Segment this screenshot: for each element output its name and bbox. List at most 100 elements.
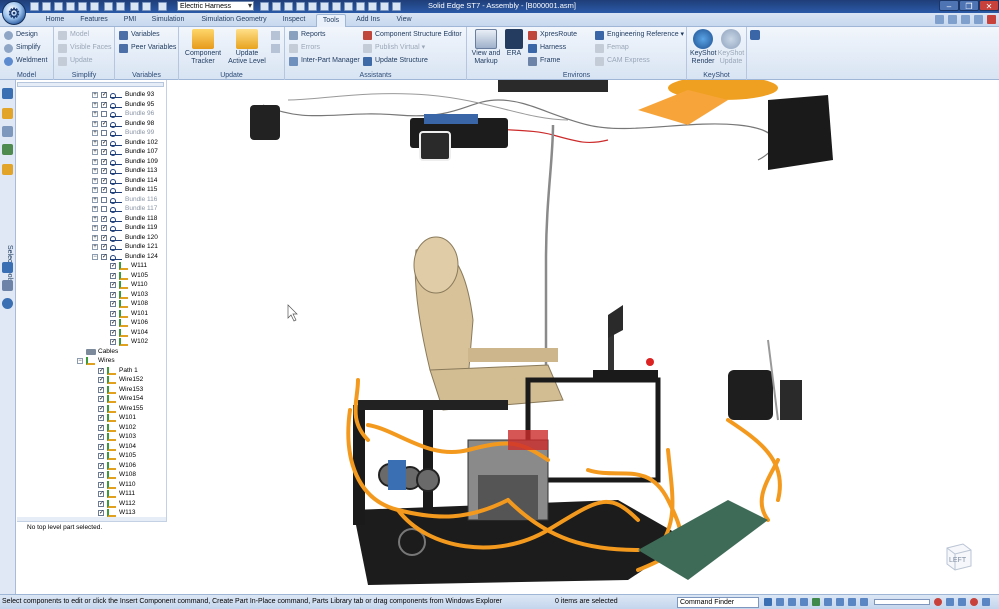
visibility-checkbox[interactable]: ✓ [98,453,104,459]
errors-button[interactable]: Errors [289,42,320,54]
tree-item-wire[interactable]: ✓ W103 [17,290,165,300]
tree-item-wire[interactable]: ✓ W110 [17,480,165,490]
qat-icon-9[interactable] [356,2,365,11]
update-structure-button[interactable]: Update Structure [363,55,428,67]
expand-toggle[interactable]: − [92,253,98,260]
visibility-checkbox[interactable]: ✓ [98,434,104,440]
visibility-checkbox[interactable]: ✓ [101,158,107,165]
shade-icon[interactable] [836,598,844,606]
help-icon[interactable] [958,598,966,606]
view-icon[interactable] [824,598,832,606]
styles-icon[interactable] [848,598,856,606]
visibility-checkbox[interactable]: ✓ [110,272,116,279]
undo-icon[interactable] [78,2,87,11]
qat-icon-5[interactable] [308,2,317,11]
tree-item-wire[interactable]: ✓ W110 [17,280,165,290]
tree-item-wires[interactable]: − Wires [17,356,165,366]
tree-item-wire[interactable]: ✓ W105 [17,451,165,461]
tree-item-wire[interactable]: ✓ Wire155 [17,404,165,414]
qat-icon-6[interactable] [320,2,329,11]
graphics-window[interactable]: LEFT [168,80,999,594]
visibility-checkbox[interactable]: ✓ [98,443,104,450]
visibility-checkbox[interactable] [101,130,107,136]
red-harness-group[interactable] [508,430,548,450]
qat-icon-11[interactable] [380,2,389,11]
qat-icon-7[interactable] [332,2,341,11]
visibility-checkbox[interactable] [101,196,107,203]
qat-icon-2[interactable] [272,2,281,11]
open-icon[interactable] [42,2,51,11]
visibility-checkbox[interactable]: ✓ [101,92,107,98]
zoom-area-icon[interactable] [776,598,784,606]
qat-icon-8[interactable] [344,2,353,11]
redo-icon[interactable] [90,2,99,11]
visibility-checkbox[interactable]: ✓ [101,101,107,108]
rotate-icon[interactable] [812,598,820,606]
tree-item-wire[interactable]: ✓ W106 [17,318,165,328]
expand-toggle[interactable]: + [92,225,98,231]
expand-toggle[interactable]: + [92,177,98,184]
qat-icon-10[interactable] [368,2,377,11]
cam-express-button[interactable]: CAM Express [595,55,650,67]
visible-faces-button[interactable]: Visible Faces [58,42,112,54]
connector-block-left[interactable] [250,105,280,140]
tree-item-bundle[interactable]: + ✓ Bundle 119 [17,223,165,233]
frame-button[interactable]: Frame [528,55,560,67]
inter-part-manager-button[interactable]: Inter-Part Manager [289,55,360,67]
tab-view[interactable]: View [391,14,417,27]
tree-item-wire[interactable]: ✓ Wire152 [17,375,165,385]
tree-item-bundle[interactable]: + ✓ Bundle 95 [17,100,165,110]
tab-features[interactable]: Features [76,14,112,27]
expand-toggle[interactable]: + [92,139,98,146]
update-active-level-button[interactable]: Update Active Level [227,29,267,66]
visibility-checkbox[interactable]: ✓ [110,301,116,307]
visibility-checkbox[interactable]: ✓ [98,424,104,431]
tree-item-wire[interactable]: ✓ W102 [17,423,165,433]
design-button[interactable]: Design [4,29,38,41]
ribbon-extra-icon[interactable] [750,30,760,40]
tree-item-wire[interactable]: ✓ W104 [17,442,165,452]
tree-item-wire[interactable]: ✓ W103 [17,432,165,442]
publish-virtual-button[interactable]: Publish Virtual ▾ [363,42,425,54]
stop-icon[interactable] [970,598,978,606]
tree-item-bundle[interactable]: + ✓ Bundle 114 [17,176,165,186]
tree-item-wire[interactable]: ✓ W111 [17,261,165,271]
expand-toggle[interactable]: + [92,234,98,241]
weldment-button[interactable]: Weldment [4,55,47,67]
tree-item-wire[interactable]: ✓ W111 [17,489,165,499]
visibility-checkbox[interactable]: ✓ [101,149,107,155]
tree-item-bundle[interactable]: + ✓ Bundle 102 [17,138,165,148]
visibility-checkbox[interactable]: ✓ [101,234,107,241]
features-library-icon[interactable] [2,144,13,155]
right-control-panel[interactable] [728,339,802,421]
expand-toggle[interactable]: + [92,101,98,108]
tab-tools[interactable]: Tools [316,14,346,27]
tree-item-wire[interactable]: ✓ W101 [17,413,165,423]
simplify-button[interactable]: Simplify [4,42,41,54]
command-finder-input[interactable]: Command Finder [677,597,759,608]
visibility-checkbox[interactable]: ✓ [98,462,104,469]
expand-toggle[interactable]: + [92,120,98,127]
doc-restore-icon[interactable] [974,15,983,24]
qat-icon-1[interactable] [260,2,269,11]
tab-home[interactable]: Home [40,14,70,27]
tree-item-bundle[interactable]: + ✓ Bundle 118 [17,214,165,224]
update-extra-icon-2[interactable] [271,44,280,53]
layers-icon[interactable] [2,126,13,137]
keyshot-render-button[interactable]: KeyShot Render [690,29,716,66]
select-tools-icon[interactable] [2,164,13,175]
tree-item-wire[interactable]: ✓ Wire154 [17,394,165,404]
tree-item-bundle[interactable]: + ✓ Bundle 93 [17,90,165,100]
tab-simulation-geometry[interactable]: Simulation Geometry [197,14,271,27]
engineering-reference-button[interactable]: Engineering Reference ▾ [595,29,684,41]
doc-close-icon[interactable] [987,15,996,24]
window-icon[interactable] [130,2,139,11]
tab-inspect[interactable]: Inspect [278,14,310,27]
visibility-checkbox[interactable]: ✓ [98,481,104,488]
print-icon[interactable] [66,2,75,11]
expand-toggle[interactable]: + [92,215,98,222]
options-icon[interactable] [948,15,957,24]
harness-button[interactable]: Harness [528,42,566,54]
zoom-icon[interactable] [116,2,125,11]
close-button[interactable]: ✕ [979,0,999,11]
